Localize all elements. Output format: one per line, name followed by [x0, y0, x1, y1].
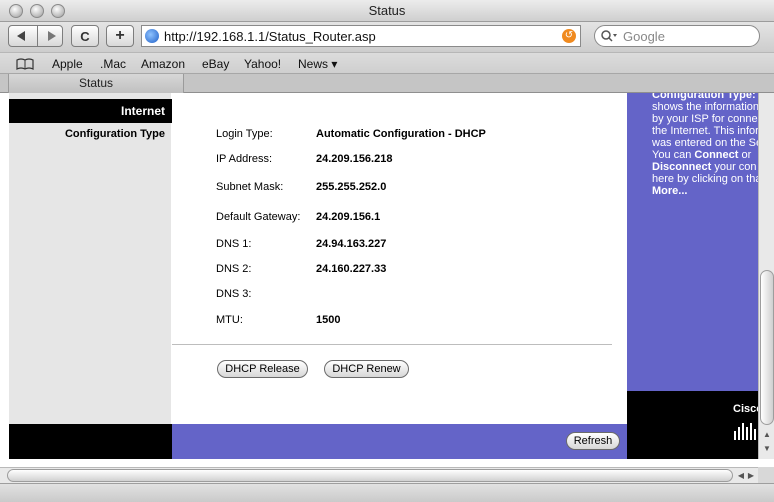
help-connect-term: Connect [694, 149, 739, 161]
scroll-right-arrow-icon[interactable]: ▶ [746, 470, 756, 482]
add-bookmark-button[interactable]: + [106, 25, 134, 47]
subsection-title: Configuration Type [64, 128, 165, 140]
login-type-label: Login Type: [216, 128, 273, 140]
vertical-scrollbar[interactable]: ▲ ▼ [758, 93, 774, 459]
cisco-logo-icon [734, 423, 756, 440]
scroll-up-arrow-icon[interactable]: ▲ [761, 429, 773, 441]
tab-status[interactable]: Status [8, 74, 184, 93]
help-more-link[interactable]: More... [652, 185, 687, 197]
forward-button[interactable] [37, 25, 63, 47]
bookmark-amazon[interactable]: Amazon [141, 57, 185, 71]
help-line: the Internet. This infor [652, 125, 758, 137]
default-gateway-label: Default Gateway: [216, 211, 301, 223]
help-line: here by clicking on tha [652, 173, 758, 185]
scroll-corner [758, 467, 774, 483]
dhcp-release-button[interactable]: DHCP Release [217, 360, 308, 378]
globe-icon [145, 29, 159, 43]
window-title: Status [368, 3, 406, 18]
subnet-mask-label: Subnet Mask: [216, 181, 284, 193]
mtu-value: 1500 [316, 314, 341, 326]
scroll-left-arrow-icon[interactable]: ◀ [736, 470, 746, 482]
page-content: Internet Configuration Type Login Type: … [0, 93, 758, 459]
scroll-down-arrow-icon[interactable]: ▼ [761, 443, 773, 455]
login-type-value: Automatic Configuration - DHCP [316, 128, 486, 140]
bookmark-news[interactable]: News ▾ [298, 57, 337, 71]
forward-arrow-icon [48, 31, 56, 41]
help-fragment: You can [652, 149, 695, 161]
back-button[interactable] [8, 25, 38, 47]
page-gap [0, 459, 774, 467]
window-titlebar: Status [0, 0, 774, 22]
browser-toolbar: C + ↺ [0, 22, 774, 52]
help-text: Configuration Type: shows the informatio… [652, 93, 758, 197]
cisco-wordmark: Cisco [733, 403, 758, 415]
address-bar[interactable]: ↺ [141, 25, 581, 47]
reload-icon: C [80, 28, 90, 44]
left-column [9, 93, 171, 459]
refresh-button[interactable]: Refresh [566, 432, 620, 450]
bookmark-mac[interactable]: .Mac [100, 57, 126, 71]
bookmark-ebay[interactable]: eBay [202, 57, 229, 71]
horizontal-scrollbar[interactable]: ◀ ▶ [0, 467, 758, 483]
dns1-label: DNS 1: [216, 238, 252, 250]
footer-bar [172, 424, 627, 459]
bookmarks-bar: Apple .Mac Amazon eBay Yahoo! News ▾ [0, 52, 774, 74]
status-bar [0, 483, 774, 502]
bookmark-apple[interactable]: Apple [52, 57, 83, 71]
vertical-scroll-thumb[interactable] [760, 270, 774, 425]
ip-address-label: IP Address: [216, 153, 273, 165]
reload-button[interactable]: C [71, 25, 99, 47]
section-title: Internet [9, 99, 172, 123]
dns2-value: 24.160.227.33 [316, 263, 387, 275]
dns2-label: DNS 2: [216, 263, 252, 275]
help-heading: Configuration Type: [652, 93, 756, 101]
help-line: Disconnect your con [652, 161, 758, 173]
dns3-label: DNS 3: [216, 288, 252, 300]
dhcp-renew-button[interactable]: DHCP Renew [324, 360, 409, 378]
divider [172, 344, 612, 345]
search-box[interactable] [594, 25, 760, 47]
help-disconnect-term: Disconnect [652, 161, 712, 173]
mtu-label: MTU: [216, 314, 243, 326]
tab-bar: Status [0, 74, 774, 93]
help-fragment: or [738, 149, 752, 161]
back-arrow-icon [17, 31, 25, 41]
help-line: shows the information [652, 101, 758, 113]
bookmark-yahoo[interactable]: Yahoo! [244, 57, 281, 71]
ip-address-value: 24.209.156.218 [316, 153, 393, 165]
plus-icon: + [115, 27, 125, 44]
search-icon [601, 30, 617, 42]
snapback-icon[interactable]: ↺ [562, 29, 576, 43]
book-icon[interactable] [16, 58, 34, 70]
help-fragment: your con [711, 161, 757, 173]
subnet-mask-value: 255.255.252.0 [316, 181, 387, 193]
footer-left [9, 424, 172, 459]
default-gateway-value: 24.209.156.1 [316, 211, 381, 223]
horizontal-scroll-thumb[interactable] [7, 469, 733, 482]
help-line: by your ISP for conne [652, 113, 758, 125]
help-line: was entered on the Se [652, 137, 758, 149]
search-input[interactable] [621, 27, 751, 45]
dns1-value: 24.94.163.227 [316, 238, 387, 250]
help-line: You can Connect or [652, 149, 758, 161]
url-input[interactable] [162, 27, 552, 45]
